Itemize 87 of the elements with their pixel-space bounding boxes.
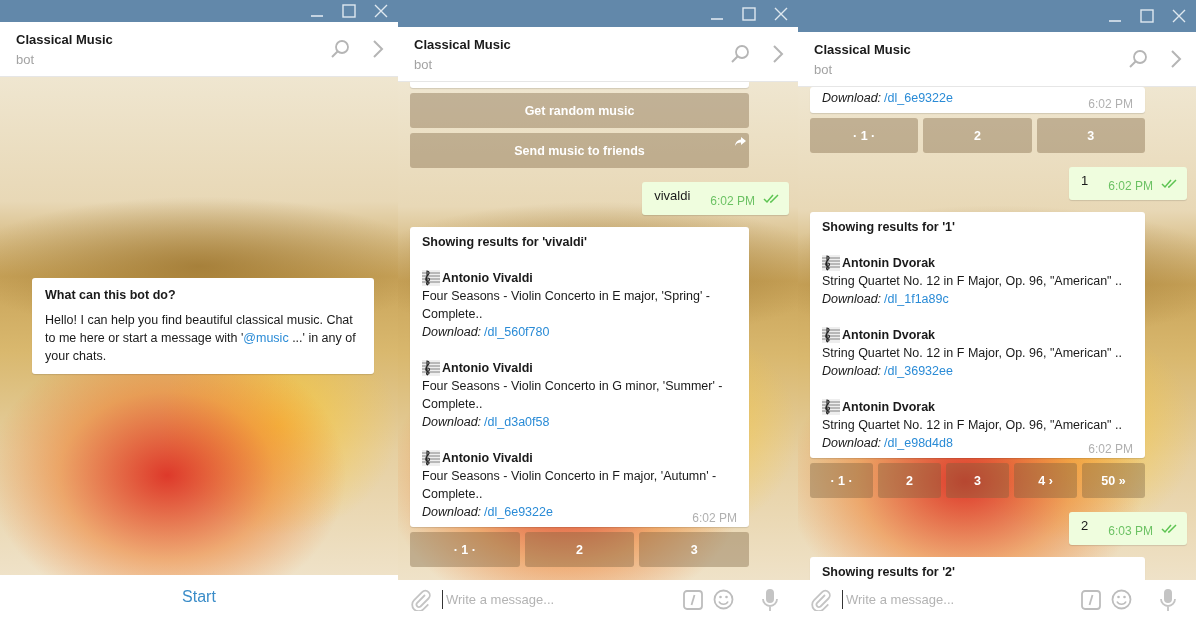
track-title: Four Seasons - Violin Concerto in F major, 'Autumn' - Complete..	[422, 468, 718, 503]
bot-command-icon[interactable]	[683, 589, 703, 610]
emoji-icon[interactable]	[1111, 589, 1132, 610]
track-title: Four Seasons - Violin Concerto in E major, 'Spring' - Complete..	[422, 288, 711, 323]
artist-name: Antonio Vivaldi	[442, 270, 533, 287]
chat-title: Classical Music	[814, 41, 912, 57]
download-command-link[interactable]: /dl_6e9322e	[484, 503, 553, 521]
keyboard-button[interactable]: 3	[639, 532, 749, 567]
keyboard-button[interactable]: · 1 ·	[410, 532, 520, 567]
message-time: 6:02 PM	[1088, 441, 1133, 458]
search-icon[interactable]	[730, 44, 750, 64]
artist-name: Antonio Vivaldi	[442, 360, 533, 377]
download-command-link[interactable]: /dl_36932ee	[884, 362, 953, 380]
chat-status: bot	[16, 51, 36, 67]
microphone-icon[interactable]	[1160, 587, 1176, 612]
search-icon[interactable]	[1128, 49, 1148, 69]
close-icon[interactable]	[374, 4, 388, 18]
download-command-link[interactable]: /dl_e98d4d8	[884, 434, 953, 452]
keyboard-button[interactable]: 4 ›	[1014, 463, 1077, 498]
message-time: 6:02 PM	[710, 194, 755, 208]
chat-title: Classical Music	[16, 31, 114, 47]
start-button[interactable]: Start	[172, 584, 226, 610]
keyboard-button[interactable]: Get random music	[410, 93, 749, 128]
download-label: Download:	[822, 435, 882, 452]
download-label: Download:	[822, 90, 882, 107]
emoji-icon[interactable]	[713, 589, 734, 610]
results-heading: Showing results for '1'	[822, 219, 957, 236]
close-icon[interactable]	[774, 6, 788, 21]
keyboard-button[interactable]: 3	[1036, 118, 1145, 153]
username-link[interactable]: @music	[243, 331, 289, 345]
message-text: 2	[1081, 518, 1089, 533]
chevron-right-icon[interactable]	[372, 39, 384, 59]
keyboard-button[interactable]: 3	[946, 463, 1009, 498]
chat-status: bot	[414, 56, 434, 72]
chat-title: Classical Music	[414, 36, 512, 52]
download-label: Download:	[822, 291, 882, 308]
chevron-right-icon[interactable]	[772, 44, 784, 64]
paperclip-icon[interactable]	[410, 588, 432, 611]
maximize-icon[interactable]	[342, 4, 356, 18]
maximize-icon[interactable]	[1140, 9, 1154, 23]
bot-command-icon[interactable]	[1081, 589, 1101, 610]
card-heading: What can this bot do?	[45, 288, 177, 302]
music-score-icon	[422, 360, 440, 376]
download-command-link[interactable]: /dl_6e9322e	[884, 89, 953, 107]
maximize-icon[interactable]	[742, 6, 756, 21]
track-title: String Quartet No. 12 in F Major, Op. 96, "American" ..	[822, 345, 1123, 362]
track-title: String Quartet No. 12 in F Major, Op. 96, "American" ..	[822, 273, 1123, 290]
download-command-link[interactable]: /dl_560f780	[484, 323, 550, 341]
music-score-icon	[422, 450, 440, 466]
music-score-icon	[822, 255, 840, 271]
download-command-link[interactable]: /dl_d3a0f58	[484, 413, 550, 431]
message-text: 1	[1081, 173, 1089, 188]
artist-name: Antonio Vivaldi	[442, 450, 533, 467]
message-text: vivaldi	[654, 188, 691, 203]
download-label: Download:	[422, 504, 482, 521]
keyboard-button[interactable]: Send music to friends	[410, 133, 749, 168]
keyboard-button[interactable]: 2	[524, 532, 635, 567]
results-heading: Showing results for 'vivaldi'	[422, 234, 588, 251]
message-time: 6:02 PM	[692, 510, 737, 527]
track-title: String Quartet No. 12 in F Major, Op. 96, "American" ..	[822, 417, 1123, 434]
artist-name: Antonin Dvorak	[842, 327, 936, 344]
chevron-right-icon[interactable]	[1170, 49, 1182, 69]
keyboard-button[interactable]: 2	[923, 118, 1032, 153]
results-heading: Showing results for '2'	[822, 564, 957, 580]
message-time: 6:02 PM	[1088, 96, 1133, 113]
download-command-link[interactable]: /dl_1f1a89c	[884, 290, 949, 308]
search-icon[interactable]	[330, 39, 350, 59]
download-label: Download:	[822, 363, 882, 380]
keyboard-button[interactable]: 50 »	[1082, 463, 1145, 498]
message-time: 6:03 PM	[1108, 524, 1153, 538]
music-score-icon	[422, 270, 440, 286]
keyboard-button[interactable]: · 1 ·	[810, 463, 873, 498]
message-time: 6:02 PM	[1108, 179, 1153, 193]
keyboard-button[interactable]: · 1 ·	[810, 118, 919, 153]
microphone-icon[interactable]	[762, 587, 778, 612]
close-icon[interactable]	[1172, 9, 1186, 23]
keyboard-button[interactable]: 2	[878, 463, 941, 498]
artist-name: Antonin Dvorak	[842, 399, 936, 416]
paperclip-icon[interactable]	[810, 588, 832, 611]
artist-name: Antonin Dvorak	[842, 255, 936, 272]
bot-description: Hello! I can help you find beautiful classical music. Chat to me here or start a message with '@music ...' in any of your chats.	[45, 312, 357, 365]
track-title: Four Seasons - Violin Concerto in G minor, 'Summer' - Complete..	[422, 378, 724, 413]
download-label: Download:	[422, 324, 482, 341]
chat-status: bot	[814, 61, 834, 77]
music-score-icon	[822, 399, 840, 415]
music-score-icon	[822, 327, 840, 343]
download-label: Download:	[422, 414, 482, 431]
